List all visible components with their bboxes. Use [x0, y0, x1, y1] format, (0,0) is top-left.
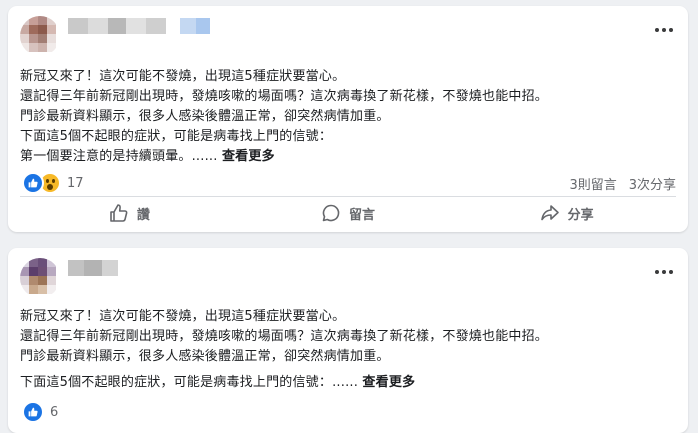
see-more-link[interactable]: 查看更多: [222, 149, 275, 164]
more-options-icon[interactable]: [654, 265, 674, 279]
post-line: 第一個要注意的是持續頭暈。...... 查看更多: [20, 147, 676, 167]
like-icon: [22, 172, 44, 194]
action-bar: 讚 留言 分享: [20, 196, 676, 230]
reaction-count: 6: [50, 404, 59, 420]
share-label: 分享: [567, 207, 594, 223]
post-last-line: 第一個要注意的是持續頭暈。......: [20, 149, 218, 164]
more-options-icon[interactable]: [654, 23, 674, 37]
reaction-count: 17: [67, 175, 84, 191]
reaction-summary[interactable]: 6: [22, 401, 58, 423]
avatar[interactable]: [20, 258, 60, 298]
post-line: 下面這5個不起眼的症狀，可能是病毒找上門的信號：...... 查看更多: [20, 373, 676, 393]
post-line: 新冠又來了！這次可能不發燒，出現這5種症狀要當心。: [20, 69, 346, 84]
like-button[interactable]: 讚: [20, 196, 239, 230]
comment-button[interactable]: 留言: [239, 196, 458, 230]
post-last-line: 下面這5個不起眼的症狀，可能是病毒找上門的信號：......: [20, 375, 359, 390]
thumbs-up-icon: [110, 204, 128, 222]
post-card: 新冠又來了！這次可能不發燒，出現這5種症狀要當心。 還記得三年前新冠剛出現時，發…: [8, 248, 688, 433]
avatar[interactable]: [20, 16, 60, 56]
post-line: 下面這5個不起眼的症狀，可能是病毒找上門的信號：: [20, 129, 333, 144]
comment-label: 留言: [349, 207, 376, 223]
post-text: 新冠又來了！這次可能不發燒，出現這5種症狀要當心。 還記得三年前新冠剛出現時，發…: [20, 307, 676, 393]
share-count[interactable]: 3次分享: [629, 174, 676, 193]
post-line: 還記得三年前新冠剛出現時，發燒咳嗽的場面嗎？這次病毒換了新花樣，不發燒也能中招。: [20, 329, 549, 344]
post-text: 新冠又來了！這次可能不發燒，出現這5種症狀要當心。 還記得三年前新冠剛出現時，發…: [20, 67, 676, 167]
post-stats: 3則留言 3次分享: [569, 174, 676, 193]
share-button[interactable]: 分享: [457, 196, 676, 230]
post-line: 門診最新資料顯示，很多人感染後體溫正常，卻突然病情加重。: [20, 109, 390, 124]
share-icon: [540, 205, 559, 221]
like-icon: [22, 401, 44, 423]
like-label: 讚: [136, 207, 150, 223]
see-more-link[interactable]: 查看更多: [362, 375, 415, 390]
reaction-summary[interactable]: 17: [22, 172, 84, 194]
post-line: 門診最新資料顯示，很多人感染後體溫正常，卻突然病情加重。: [20, 349, 390, 364]
post-card: 新冠又來了！這次可能不發燒，出現這5種症狀要當心。 還記得三年前新冠剛出現時，發…: [8, 6, 688, 232]
post-line: 新冠又來了！這次可能不發燒，出現這5種症狀要當心。: [20, 309, 346, 324]
post-line: 還記得三年前新冠剛出現時，發燒咳嗽的場面嗎？這次病毒換了新花樣，不發燒也能中招。: [20, 89, 549, 104]
comment-icon: [322, 204, 340, 222]
comment-count[interactable]: 3則留言: [569, 174, 616, 193]
